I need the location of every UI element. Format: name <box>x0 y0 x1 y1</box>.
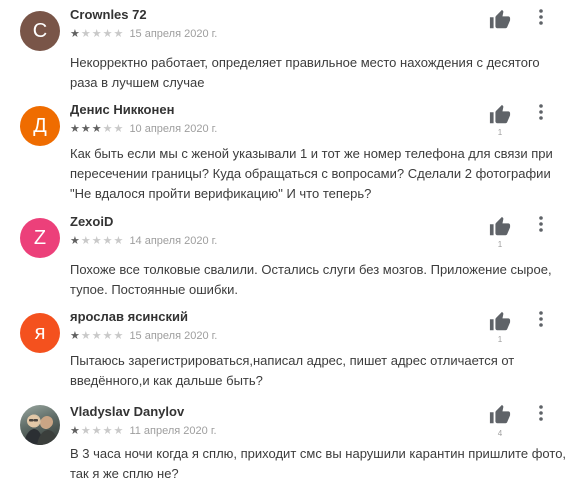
review-text: Некорректно работает, определяет правиль… <box>70 55 540 90</box>
like-count: 1 <box>497 335 503 344</box>
review-text: Похоже все толковые свалили. Остались сл… <box>70 262 552 297</box>
review-meta: ★★★★★ 15 апреля 2020 г. <box>70 27 217 40</box>
star-empty-icon: ★ <box>80 235 92 247</box>
avatar[interactable] <box>20 405 60 445</box>
reviewer-name: Vladyslav Danylov <box>70 404 185 419</box>
star-empty-icon: ★ <box>91 28 103 40</box>
review-text: Пытаюсь зарегистрироваться,написал адрес… <box>70 353 515 388</box>
star-empty-icon: ★ <box>80 28 92 40</box>
avatar[interactable]: я <box>20 313 60 353</box>
avatar[interactable]: Д <box>20 106 60 146</box>
review-text: В 3 часа ночи когда я сплю, приходит смс… <box>70 446 567 481</box>
avatar[interactable]: C <box>20 11 60 51</box>
star-empty-icon: ★ <box>113 330 125 342</box>
reviewer-name: Crownles 72 <box>70 7 147 22</box>
star-filled-icon: ★ <box>80 123 92 135</box>
star-rating: ★★★★★ <box>70 235 124 247</box>
review-date: 14 апреля 2020 г. <box>129 235 218 247</box>
star-empty-icon: ★ <box>102 425 114 437</box>
star-empty-icon: ★ <box>91 330 103 342</box>
star-empty-icon: ★ <box>102 330 114 342</box>
avatar-photo <box>24 415 58 445</box>
star-rating: ★★★★★ <box>70 28 124 40</box>
more-vert-icon[interactable] <box>533 102 549 122</box>
thumbs-up-icon[interactable] <box>487 9 513 31</box>
star-filled-icon: ★ <box>70 425 81 437</box>
more-vert-icon[interactable] <box>533 7 549 27</box>
review-meta: ★★★★★ 11 апреля 2020 г. <box>70 424 217 437</box>
star-rating: ★★★★★ <box>70 425 124 437</box>
star-empty-icon: ★ <box>91 425 103 437</box>
review-date: 11 апреля 2020 г. <box>129 425 217 437</box>
reviewer-name: ярослав ясинский <box>70 309 188 324</box>
review-meta: ★★★★★ 10 апреля 2020 г. <box>70 122 217 135</box>
thumbs-up-icon[interactable] <box>487 311 513 333</box>
more-vert-icon[interactable] <box>533 309 549 329</box>
star-filled-icon: ★ <box>70 235 81 247</box>
star-filled-icon: ★ <box>70 123 81 135</box>
star-empty-icon: ★ <box>113 28 125 40</box>
review-meta: ★★★★★ 15 апреля 2020 г. <box>70 329 217 342</box>
star-filled-icon: ★ <box>70 330 81 342</box>
star-empty-icon: ★ <box>113 425 125 437</box>
star-empty-icon: ★ <box>113 123 125 135</box>
like-count: 1 <box>497 240 503 249</box>
thumbs-up-icon[interactable] <box>487 216 513 238</box>
star-empty-icon: ★ <box>113 235 125 247</box>
thumbs-up-icon[interactable] <box>487 104 513 126</box>
star-empty-icon: ★ <box>91 235 103 247</box>
star-filled-icon: ★ <box>91 123 103 135</box>
thumbs-up-icon[interactable] <box>487 404 513 426</box>
reviewer-name: ZexoiD <box>70 214 114 229</box>
review-date: 15 апреля 2020 г. <box>129 28 218 40</box>
star-rating: ★★★★★ <box>70 330 124 342</box>
reviewer-name: Денис Никконен <box>70 102 175 117</box>
star-empty-icon: ★ <box>102 28 114 40</box>
star-rating: ★★★★★ <box>70 123 124 135</box>
more-vert-icon[interactable] <box>533 214 549 234</box>
review-meta: ★★★★★ 14 апреля 2020 г. <box>70 234 217 247</box>
avatar[interactable]: Z <box>20 218 60 258</box>
like-count: 4 <box>497 429 503 438</box>
star-empty-icon: ★ <box>80 330 92 342</box>
review-date: 10 апреля 2020 г. <box>129 123 218 135</box>
star-empty-icon: ★ <box>80 425 92 437</box>
star-filled-icon: ★ <box>70 28 81 40</box>
like-count: 1 <box>497 128 503 137</box>
star-empty-icon: ★ <box>102 123 114 135</box>
review-date: 15 апреля 2020 г. <box>129 330 218 342</box>
review-text: Как быть если мы с женой указывали 1 и т… <box>70 146 553 201</box>
star-empty-icon: ★ <box>102 235 114 247</box>
more-vert-icon[interactable] <box>533 403 549 423</box>
